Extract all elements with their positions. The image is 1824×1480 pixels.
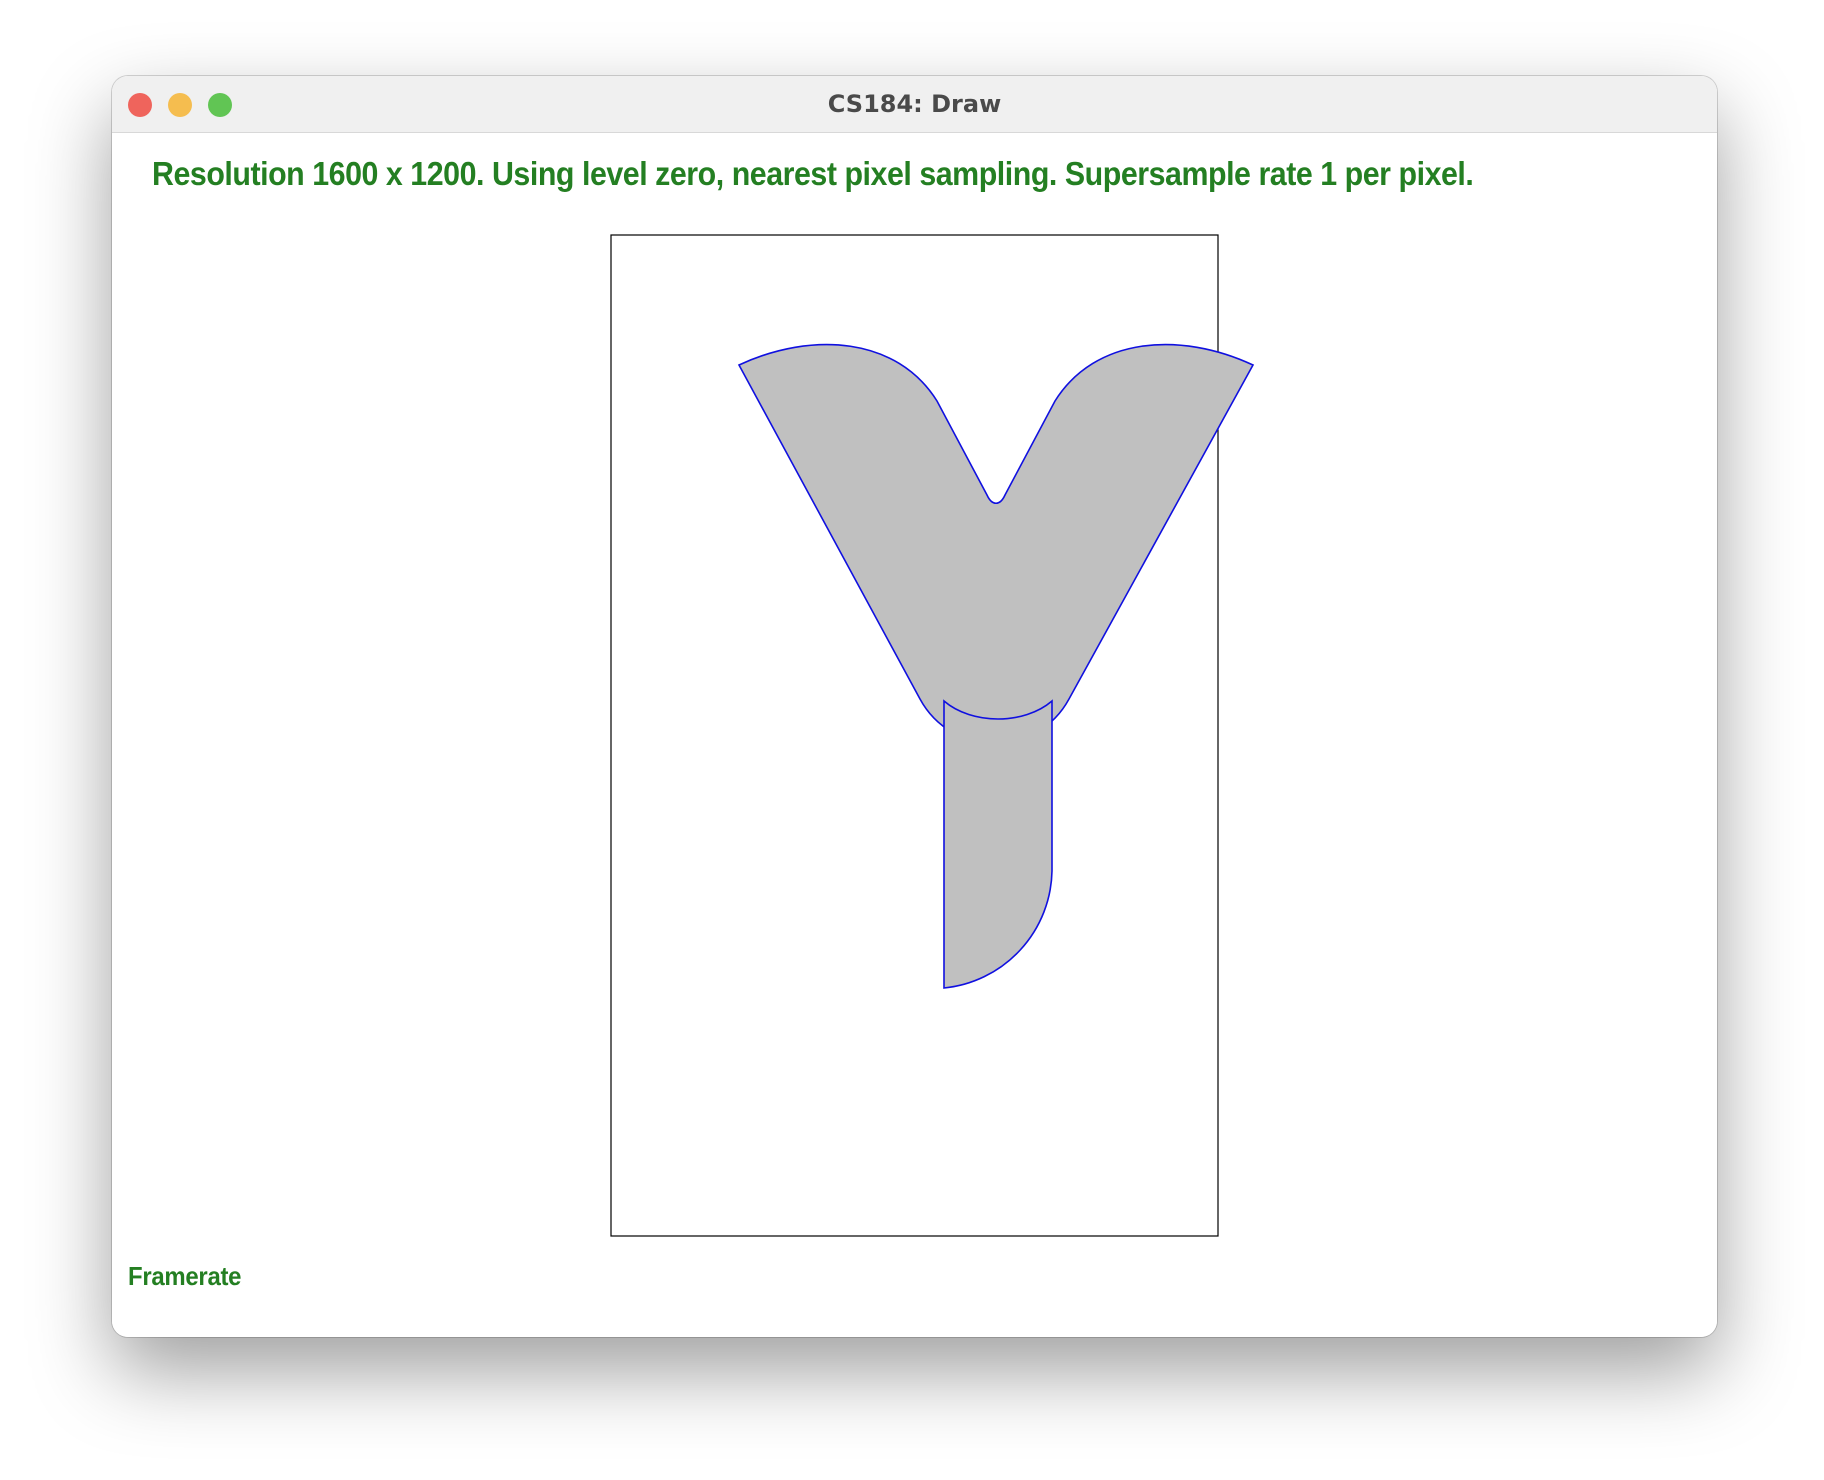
status-message: Resolution 1600 x 1200. Using level zero…: [152, 155, 1474, 192]
window-title: CS184: Draw: [827, 90, 1002, 118]
framerate-label: Framerate: [128, 1261, 242, 1291]
screenshot-stage: CS184: Draw Resolution 1600 x 1200. Usin…: [0, 0, 1824, 1480]
title-bar[interactable]: CS184: Draw: [112, 76, 1717, 133]
draw-viewport[interactable]: Resolution 1600 x 1200. Using level zero…: [112, 133, 1717, 1337]
app-window: CS184: Draw Resolution 1600 x 1200. Usin…: [112, 76, 1717, 1337]
svg-canvas[interactable]: [112, 133, 1717, 1337]
